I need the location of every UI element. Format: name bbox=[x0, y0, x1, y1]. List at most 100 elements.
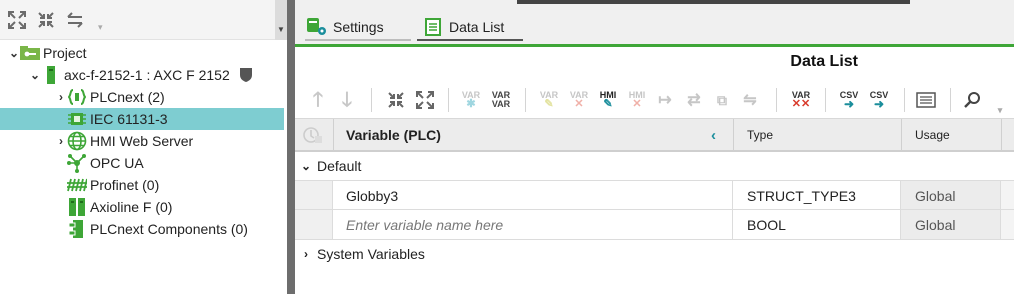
tree-item-label: Project bbox=[43, 45, 87, 61]
tree-item-project[interactable]: ⌄ Project bbox=[0, 42, 287, 64]
tab-underline bbox=[417, 39, 523, 41]
top-strip-dark bbox=[517, 0, 910, 4]
globe-icon bbox=[67, 131, 87, 151]
chevron-right-icon[interactable]: › bbox=[55, 90, 67, 104]
chevron-down-icon[interactable]: ⌄ bbox=[295, 159, 317, 173]
edit-variable-icon[interactable]: VAR ✎ bbox=[537, 88, 561, 112]
search-icon[interactable] bbox=[962, 88, 984, 112]
tree-item-controller[interactable]: ⌄ axc-f-2152-1 : AXC F 2152 bbox=[0, 64, 287, 86]
tree-item-profinet[interactable]: Profinet (0) bbox=[0, 174, 287, 196]
link-icon[interactable]: ⧉ bbox=[711, 88, 733, 112]
map-arrows-icon[interactable]: ⇄ bbox=[682, 88, 706, 112]
network-nodes-icon bbox=[67, 154, 87, 173]
collapse-all-icon[interactable] bbox=[385, 88, 407, 112]
tree-item-axioline-f[interactable]: Axioline F (0) bbox=[0, 196, 287, 218]
toolbar-separator bbox=[371, 88, 372, 112]
tree-item-label: IEC 61131-3 bbox=[90, 111, 168, 127]
expand-all-icon[interactable] bbox=[6, 9, 28, 31]
group-label: System Variables bbox=[317, 245, 425, 262]
csv-export-icon[interactable]: CSV ➜ bbox=[866, 88, 892, 112]
toolbar-separator bbox=[825, 88, 826, 112]
plcnext-icon bbox=[67, 88, 87, 106]
row-filler bbox=[1001, 210, 1014, 239]
filter-icon[interactable] bbox=[303, 119, 327, 151]
hmi-edit-icon[interactable]: HMI ✎ bbox=[595, 88, 621, 112]
hmi-delete-icon[interactable]: HMI ✕ bbox=[625, 88, 649, 112]
toolbar-separator bbox=[448, 88, 449, 112]
header-separator bbox=[333, 119, 334, 151]
add-struct-variable-icon[interactable]: VAR VAR bbox=[489, 88, 513, 112]
delete-variable-icon[interactable]: VAR ✕ bbox=[567, 88, 591, 112]
toolbar-scroll-button[interactable]: ▼ bbox=[275, 0, 287, 40]
tree-item-hmi-web-server[interactable]: › HMI Web Server bbox=[0, 130, 287, 152]
tree-item-plcnext[interactable]: › PLCnext (2) bbox=[0, 86, 287, 108]
variable-name-cell[interactable]: Globby3 bbox=[333, 181, 733, 210]
variable-type-cell[interactable]: STRUCT_TYPE3 bbox=[733, 181, 901, 210]
row-filler bbox=[1001, 181, 1014, 210]
move-up-icon[interactable]: 🡑 bbox=[308, 88, 328, 112]
tab-settings[interactable]: Settings bbox=[305, 13, 411, 41]
controller-device-icon bbox=[41, 66, 61, 84]
tree-item-plcnext-components[interactable]: PLCnext Components (0) bbox=[0, 218, 287, 240]
toolbar-separator bbox=[525, 88, 526, 112]
grid-header: Variable (PLC) ‹ Type Usage bbox=[295, 118, 1014, 152]
column-header-usage[interactable]: Usage bbox=[915, 119, 995, 151]
chevron-right-icon[interactable]: › bbox=[55, 134, 67, 148]
tree-item-opc-ua[interactable]: OPC UA bbox=[0, 152, 287, 174]
project-folder-icon bbox=[20, 44, 40, 62]
variable-type-cell[interactable]: BOOL bbox=[733, 210, 901, 239]
project-tree-pane: ▾ ▼ ⌄ Project ⌄ axc-f-2152-1 : AXC F 215… bbox=[0, 0, 287, 294]
group-label: Default bbox=[317, 158, 362, 174]
toolbar-separator bbox=[950, 88, 951, 112]
group-row-default[interactable]: ⌄ Default bbox=[295, 152, 1014, 180]
row-indent bbox=[295, 210, 333, 239]
group-row-system-variables[interactable]: › System Variables bbox=[295, 239, 1014, 267]
header-separator bbox=[1001, 119, 1002, 151]
add-variable-icon[interactable]: VAR ✱ bbox=[459, 88, 483, 112]
csv-import-icon[interactable]: CSV ➜ bbox=[836, 88, 862, 112]
tree-toolbar: ▾ ▼ bbox=[0, 0, 287, 40]
page-title: Data List bbox=[790, 53, 858, 70]
sync-arrows-icon[interactable] bbox=[64, 9, 86, 31]
editor-pane: Settings Data List Data List 🡑 🡓 VAR ✱ VA… bbox=[295, 0, 1014, 294]
header-separator bbox=[733, 119, 734, 151]
column-header-variable[interactable]: Variable (PLC) bbox=[346, 119, 716, 151]
components-icon bbox=[67, 220, 87, 238]
table-row[interactable]: Globby3 STRUCT_TYPE3 Global bbox=[295, 180, 1014, 210]
delete-unused-variables-icon[interactable]: VAR ✕✕ bbox=[788, 88, 814, 112]
swap-icon[interactable]: ⇋ bbox=[738, 88, 762, 112]
tree-item-label: PLCnext Components (0) bbox=[90, 221, 248, 237]
move-down-icon[interactable]: 🡓 bbox=[337, 88, 357, 112]
tree-item-label: Axioline F (0) bbox=[90, 199, 173, 215]
new-variable-name-input[interactable]: Enter variable name here bbox=[333, 210, 733, 239]
tab-accent-line bbox=[295, 44, 1014, 47]
axioline-module-icon bbox=[67, 198, 87, 216]
collapse-column-icon[interactable]: ‹ bbox=[711, 119, 725, 151]
assign-icon[interactable]: ↦ bbox=[654, 88, 676, 112]
tree-item-label: OPC UA bbox=[90, 155, 144, 171]
variable-usage-cell: Global bbox=[901, 210, 1001, 239]
toolbar-overflow-icon[interactable]: ▾ bbox=[98, 22, 103, 33]
tree-item-iec-61131-3[interactable]: IEC 61131-3 bbox=[0, 108, 284, 130]
column-header-type[interactable]: Type bbox=[747, 119, 897, 151]
pane-splitter[interactable] bbox=[287, 0, 295, 294]
expand-all-icon[interactable] bbox=[414, 88, 436, 112]
tab-bar: Settings Data List bbox=[295, 5, 1014, 44]
settings-gear-icon bbox=[307, 18, 327, 36]
tree-item-label: axc-f-2152-1 : AXC F 2152 bbox=[64, 67, 230, 83]
profinet-icon bbox=[67, 176, 87, 194]
tab-data-list[interactable]: Data List bbox=[417, 13, 523, 41]
shield-icon bbox=[236, 66, 256, 84]
column-view-icon[interactable] bbox=[914, 88, 938, 112]
data-list-icon bbox=[423, 18, 443, 36]
chevron-down-icon[interactable]: ⌄ bbox=[29, 68, 41, 82]
chevron-down-icon[interactable]: ⌄ bbox=[8, 46, 20, 60]
tab-label: Settings bbox=[333, 19, 384, 35]
row-indent bbox=[295, 181, 333, 210]
table-row-new[interactable]: Enter variable name here BOOL Global bbox=[295, 209, 1014, 239]
collapse-all-icon[interactable] bbox=[35, 9, 57, 31]
toolbar-separator bbox=[904, 88, 905, 112]
variable-usage-cell: Global bbox=[901, 181, 1001, 210]
chevron-right-icon[interactable]: › bbox=[295, 247, 317, 261]
tree-item-label: HMI Web Server bbox=[90, 133, 194, 149]
